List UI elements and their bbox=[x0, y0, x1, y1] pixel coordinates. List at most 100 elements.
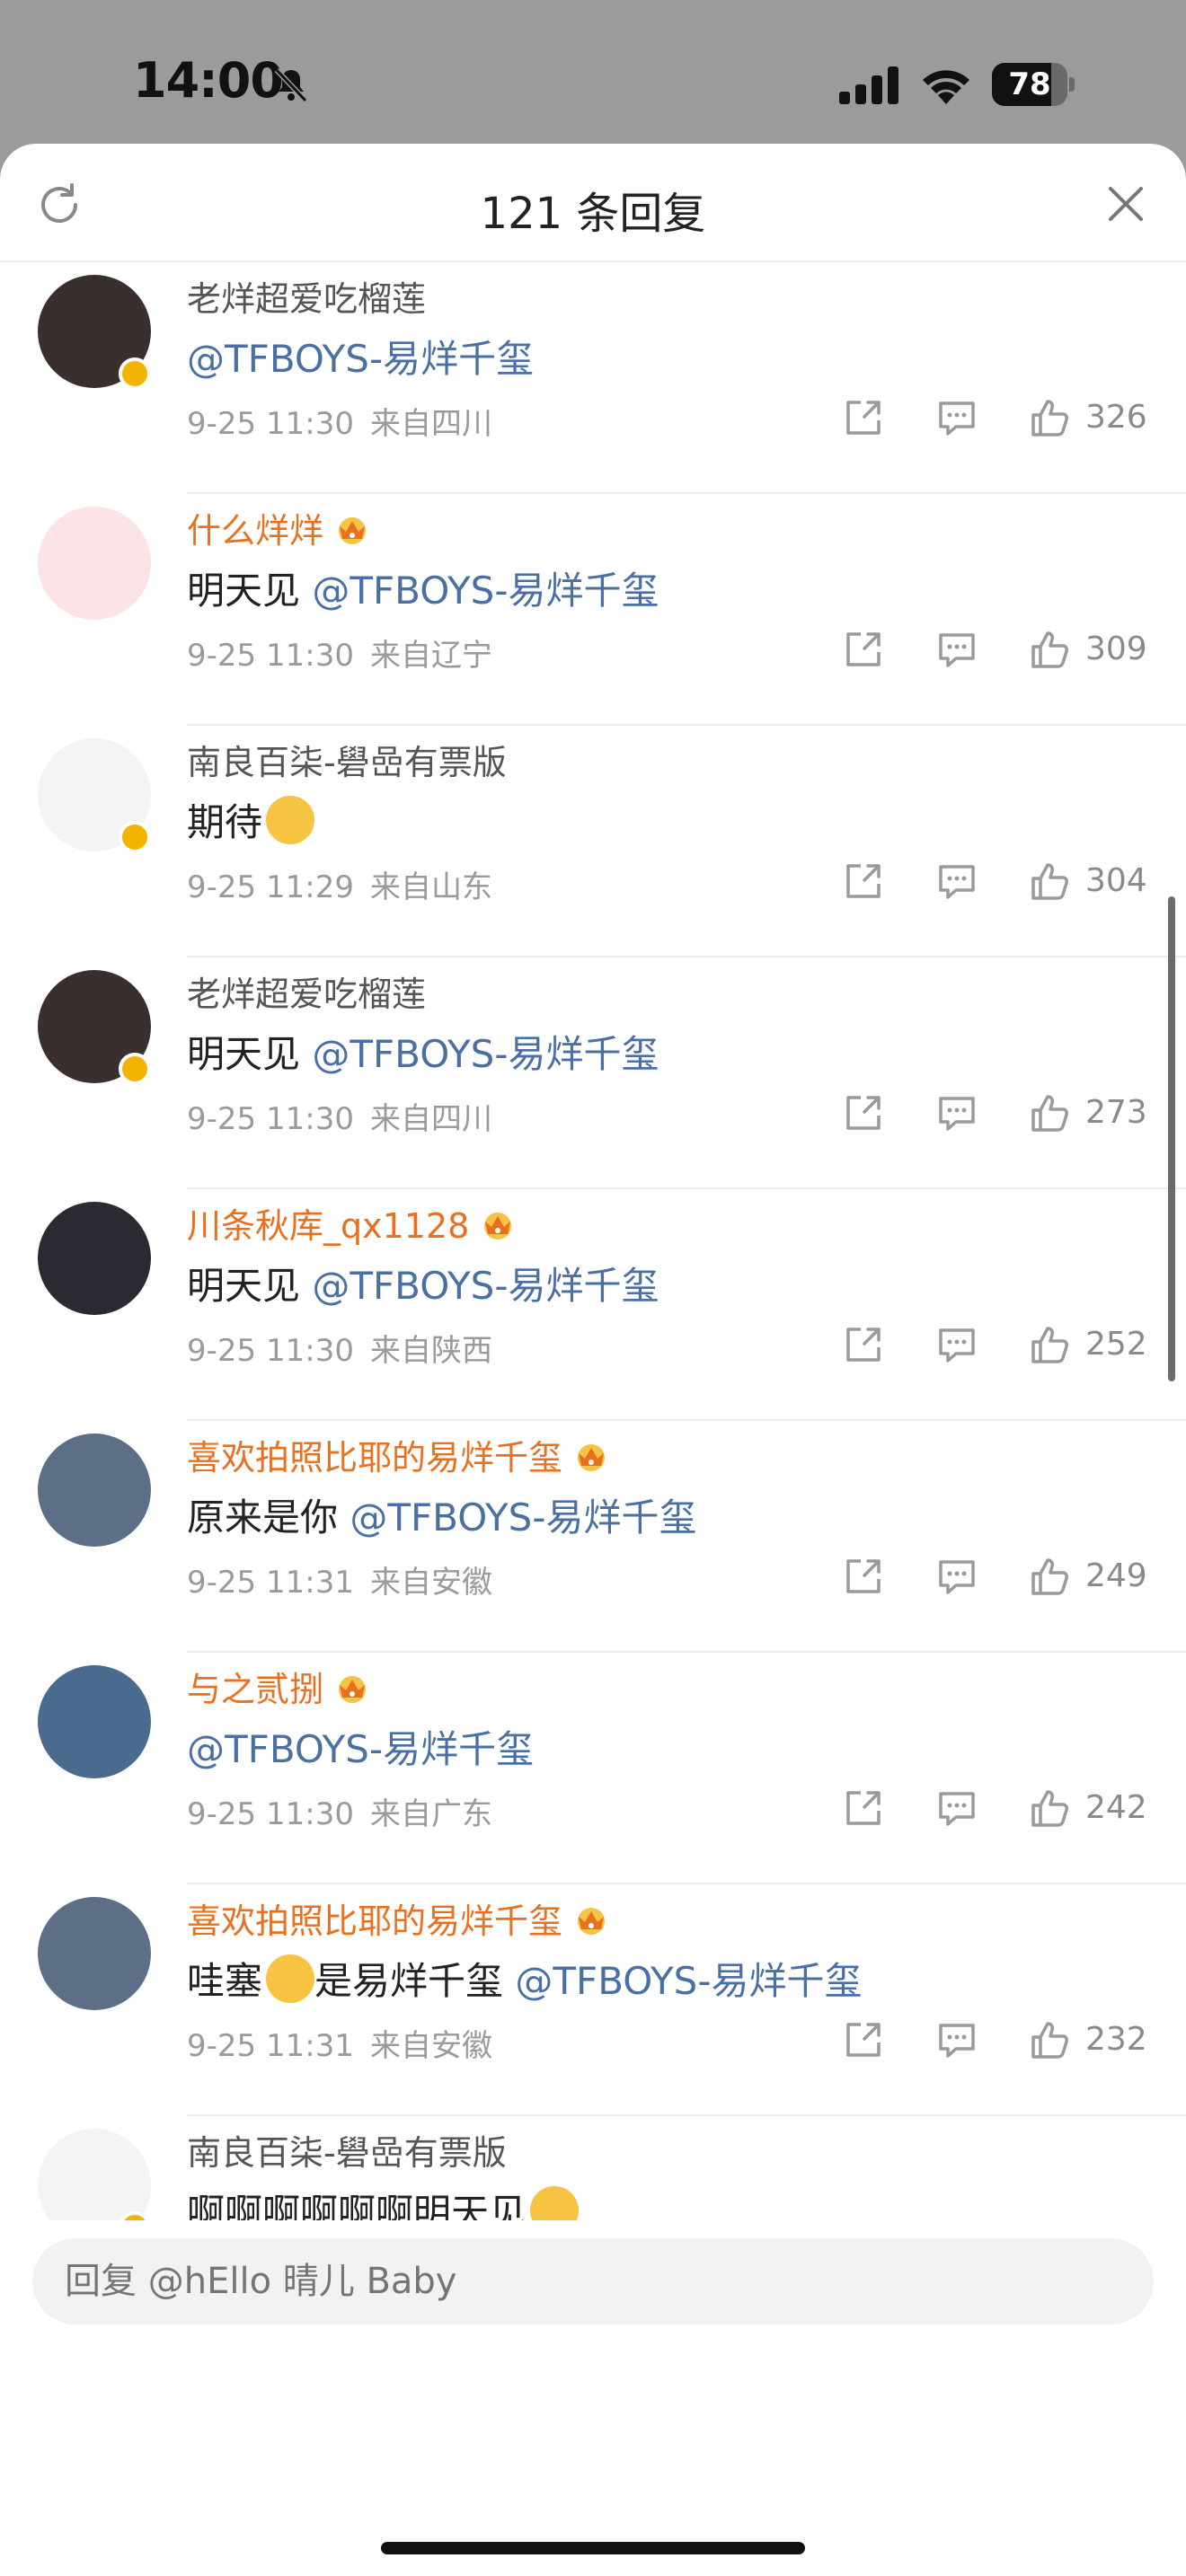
mention-link[interactable]: @TFBOYS-易烊千玺 bbox=[187, 337, 534, 381]
page-title: 121 条回复 bbox=[480, 189, 706, 239]
location: 来自四川 bbox=[369, 406, 492, 442]
username-text[interactable]: 川条秋库_qx1128 bbox=[187, 1206, 469, 1246]
comment-text: @TFBOYS-易烊千玺 bbox=[187, 329, 534, 384]
crown-icon bbox=[323, 511, 372, 551]
mention-link[interactable]: @TFBOYS-易烊千玺 bbox=[312, 1032, 659, 1076]
comment-body: 原来是你 bbox=[187, 1495, 350, 1539]
comment-meta: 9-25 11:31 来自安徽 bbox=[187, 1557, 509, 1601]
share-icon[interactable] bbox=[843, 2019, 884, 2060]
close-icon[interactable] bbox=[1103, 181, 1148, 226]
username-text[interactable]: 什么烊烊 bbox=[187, 511, 323, 551]
comment-text: 明天见 @TFBOYS-易烊千玺 bbox=[187, 1024, 659, 1079]
like-count[interactable]: 326 bbox=[1085, 399, 1147, 436]
share-icon[interactable] bbox=[843, 1556, 884, 1597]
comment-item[interactable]: 喜欢拍照比耶的易烊千玺 哇塞 是易烊千玺 @TFBOYS-易烊千玺 9-25 11:3… bbox=[0, 1884, 1186, 2116]
comment-text: 明天见 @TFBOYS-易烊千玺 bbox=[187, 1256, 659, 1310]
comment-icon[interactable] bbox=[936, 397, 978, 438]
comment-meta: 9-25 11:29 来自山东 bbox=[187, 862, 509, 906]
reply-bar bbox=[0, 2220, 1186, 2432]
avatar[interactable] bbox=[38, 1897, 151, 2010]
scrollbar[interactable] bbox=[1168, 896, 1175, 1381]
comment-item[interactable]: 与之贰捌 @TFBOYS-易烊千玺 9-25 11:30 来自广东 242 bbox=[0, 1653, 1186, 1884]
comment-meta: 9-25 11:30 来自广东 bbox=[187, 1789, 509, 1833]
username-text[interactable]: 老烊超爱吃榴莲 bbox=[187, 279, 426, 319]
comment-meta: 9-25 11:31 来自安徽 bbox=[187, 2021, 509, 2065]
share-icon[interactable] bbox=[843, 629, 884, 670]
avatar[interactable] bbox=[38, 1434, 151, 1547]
mention-link[interactable]: @TFBOYS-易烊千玺 bbox=[350, 1495, 696, 1539]
username[interactable]: 喜欢拍照比耶的易烊千玺 bbox=[187, 1893, 611, 1943]
comment-icon[interactable] bbox=[936, 1556, 978, 1597]
username-text[interactable]: 老烊超爱吃榴莲 bbox=[187, 975, 426, 1014]
username[interactable]: 南良百柒-礐嵒有票版 bbox=[187, 2125, 507, 2175]
avatar[interactable] bbox=[38, 1665, 151, 1778]
like-count[interactable]: 273 bbox=[1085, 1094, 1147, 1131]
location: 来自安徽 bbox=[369, 1565, 492, 1601]
like-icon[interactable] bbox=[1030, 1324, 1071, 1365]
emoji-icon bbox=[266, 1954, 315, 2003]
comment-item[interactable]: 喜欢拍照比耶的易烊千玺原来是你 @TFBOYS-易烊千玺 9-25 11:31 来自… bbox=[0, 1421, 1186, 1653]
share-icon[interactable] bbox=[843, 1324, 884, 1365]
comment-icon[interactable] bbox=[936, 1324, 978, 1365]
username-text[interactable]: 喜欢拍照比耶的易烊千玺 bbox=[187, 1901, 562, 1941]
comment-icon[interactable] bbox=[936, 1787, 978, 1829]
share-icon[interactable] bbox=[843, 1092, 884, 1134]
location: 来自山东 bbox=[369, 869, 492, 905]
comment-icon[interactable] bbox=[936, 1092, 978, 1134]
comment-icon[interactable] bbox=[936, 629, 978, 670]
mention-link[interactable]: @TFBOYS-易烊千玺 bbox=[312, 1264, 659, 1308]
comment-item[interactable]: 南良百柒-礐嵒有票版 期待 9-25 11:29 来自山东 304 bbox=[0, 726, 1186, 957]
location: 来自安徽 bbox=[369, 2028, 492, 2064]
like-count[interactable]: 304 bbox=[1085, 862, 1147, 899]
comment-meta: 9-25 11:30 来自四川 bbox=[187, 399, 509, 443]
like-count[interactable]: 249 bbox=[1085, 1557, 1147, 1594]
comment-icon[interactable] bbox=[936, 860, 978, 902]
like-count[interactable]: 252 bbox=[1085, 1326, 1147, 1363]
comment-text: 哇塞 是易烊千玺 @TFBOYS-易烊千玺 bbox=[187, 1951, 863, 2006]
like-icon[interactable] bbox=[1030, 2019, 1071, 2060]
like-count[interactable]: 309 bbox=[1085, 631, 1147, 667]
timestamp: 9-25 11:30 bbox=[187, 1101, 354, 1137]
like-icon[interactable] bbox=[1030, 629, 1071, 670]
like-icon[interactable] bbox=[1030, 860, 1071, 902]
verified-badge-icon bbox=[119, 357, 151, 390]
mention-link[interactable]: @TFBOYS-易烊千玺 bbox=[187, 1727, 534, 1771]
share-icon[interactable] bbox=[843, 860, 884, 902]
comment-item[interactable]: 川条秋库_qx1128 明天见 @TFBOYS-易烊千玺 9-25 11:30 来自陕… bbox=[0, 1189, 1186, 1421]
username[interactable]: 老烊超爱吃榴莲 bbox=[187, 966, 426, 1016]
like-count[interactable]: 232 bbox=[1085, 2021, 1147, 2058]
mention-link[interactable]: @TFBOYS-易烊千玺 bbox=[515, 1959, 862, 2003]
comment-body: 是易烊千玺 bbox=[314, 1959, 516, 2003]
username[interactable]: 老烊超爱吃榴莲 bbox=[187, 271, 426, 321]
comment-icon[interactable] bbox=[936, 2019, 978, 2060]
username[interactable]: 喜欢拍照比耶的易烊千玺 bbox=[187, 1430, 611, 1479]
like-icon[interactable] bbox=[1030, 1787, 1071, 1829]
username[interactable]: 与之贰捌 bbox=[187, 1662, 372, 1711]
mention-link[interactable]: @TFBOYS-易烊千玺 bbox=[312, 569, 659, 613]
comment-item[interactable]: 老烊超爱吃榴莲明天见 @TFBOYS-易烊千玺 9-25 11:30 来自四川 273 bbox=[0, 957, 1186, 1189]
comment-body: 哇塞 bbox=[187, 1959, 263, 2003]
timestamp: 9-25 11:30 bbox=[187, 1796, 354, 1832]
share-icon[interactable] bbox=[843, 397, 884, 438]
avatar[interactable] bbox=[38, 1202, 151, 1315]
comment-item[interactable]: 什么烊烊 明天见 @TFBOYS-易烊千玺 9-25 11:30 来自辽宁 309 bbox=[0, 494, 1186, 726]
username[interactable]: 南良百柒-礐嵒有票版 bbox=[187, 735, 507, 784]
replies-sheet: 121 条回复 老烊超爱吃榴莲 @TFBOYS-易烊千玺 9-25 11:30 来自四… bbox=[0, 144, 1186, 2576]
username-text[interactable]: 南良百柒-礐嵒有票版 bbox=[187, 2133, 507, 2173]
username-text[interactable]: 南良百柒-礐嵒有票版 bbox=[187, 743, 507, 782]
like-icon[interactable] bbox=[1030, 1556, 1071, 1597]
username-text[interactable]: 喜欢拍照比耶的易烊千玺 bbox=[187, 1438, 562, 1478]
username-text[interactable]: 与之贰捌 bbox=[187, 1670, 323, 1709]
like-icon[interactable] bbox=[1030, 1092, 1071, 1134]
username[interactable]: 川条秋库_qx1128 bbox=[187, 1198, 518, 1248]
reply-input[interactable] bbox=[32, 2238, 1154, 2325]
username[interactable]: 什么烊烊 bbox=[187, 503, 372, 552]
share-icon[interactable] bbox=[843, 1787, 884, 1829]
home-indicator[interactable] bbox=[381, 2542, 805, 2554]
location: 来自四川 bbox=[369, 1101, 492, 1137]
like-count[interactable]: 242 bbox=[1085, 1789, 1147, 1826]
avatar[interactable] bbox=[38, 507, 151, 620]
timestamp: 9-25 11:30 bbox=[187, 1333, 354, 1369]
comment-item[interactable]: 老烊超爱吃榴莲 @TFBOYS-易烊千玺 9-25 11:30 来自四川 326 bbox=[0, 262, 1186, 494]
like-icon[interactable] bbox=[1030, 397, 1071, 438]
